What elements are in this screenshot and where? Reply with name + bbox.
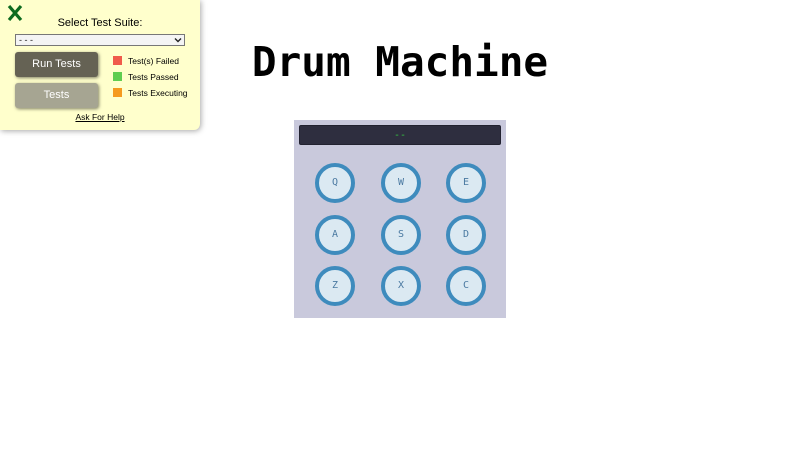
executing-swatch (113, 88, 122, 97)
drum-pad-s[interactable]: S (381, 215, 421, 255)
drum-pad-e[interactable]: E (446, 163, 486, 203)
ask-for-help-link[interactable]: Ask For Help (0, 112, 200, 122)
drum-pad-a[interactable]: A (315, 215, 355, 255)
tests-button[interactable]: Tests (15, 83, 98, 108)
select-test-suite-label: Select Test Suite: (57, 17, 143, 29)
legend-tests-executing: Tests Executing (113, 88, 188, 99)
drum-pad-w[interactable]: W (381, 163, 421, 203)
display: -- (299, 125, 501, 145)
drum-pad-q[interactable]: Q (315, 163, 355, 203)
drum-machine: -- Q W E A S D Z X C (294, 120, 506, 318)
drum-pad-c[interactable]: C (446, 266, 486, 306)
drum-pad-d[interactable]: D (446, 215, 486, 255)
drum-pad-x[interactable]: X (381, 266, 421, 306)
page-title: Drum Machine (251, 38, 549, 86)
legend-label: Tests Executing (128, 88, 188, 98)
drum-pad-z[interactable]: Z (315, 266, 355, 306)
